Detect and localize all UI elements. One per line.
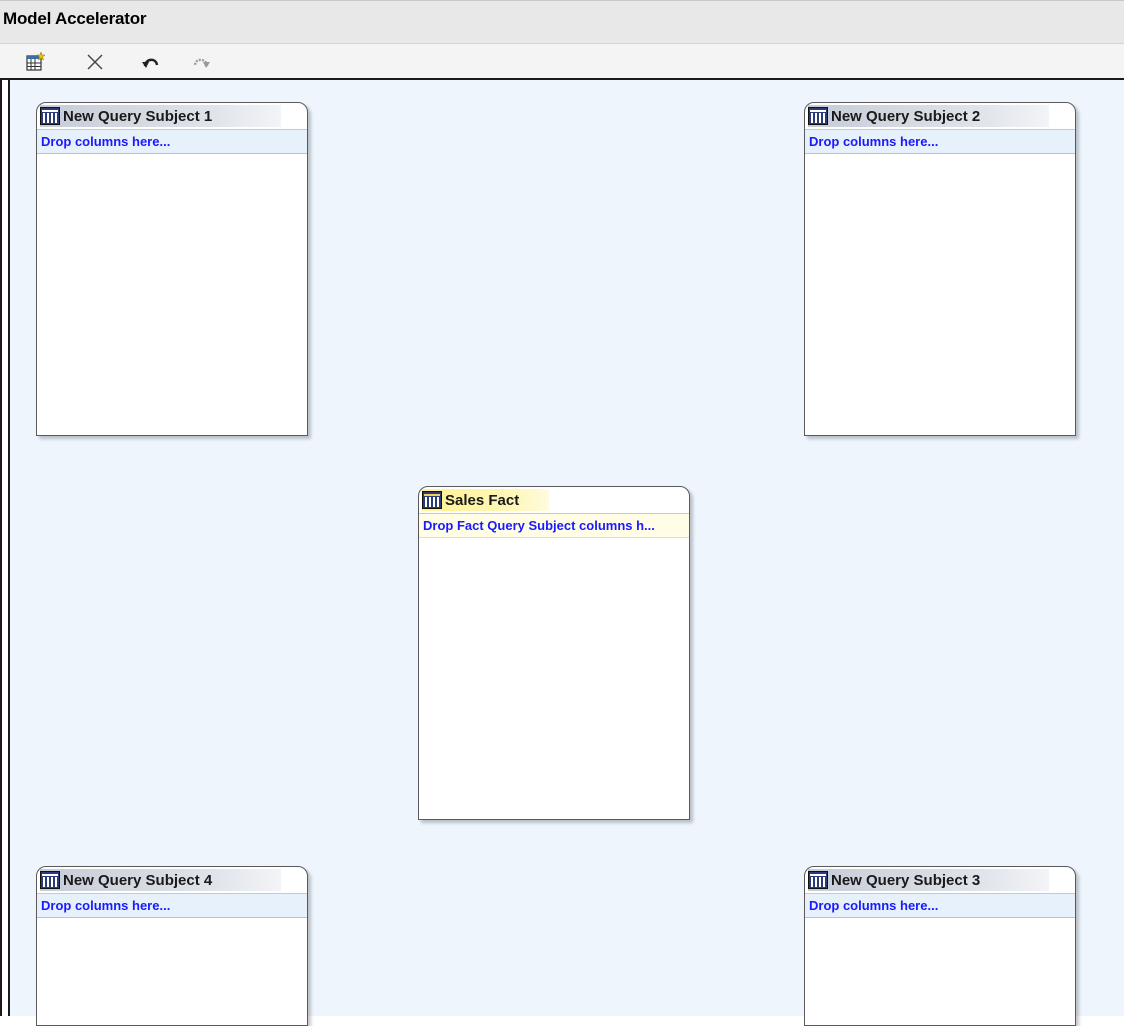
drop-columns-zone[interactable]: Drop columns here... — [805, 130, 1075, 154]
query-subject-icon — [40, 871, 60, 889]
window-title: Model Accelerator — [3, 9, 147, 28]
query-subject-4[interactable]: New Query Subject 4 Drop columns here... — [36, 866, 308, 1026]
query-subject-header[interactable]: Sales Fact — [419, 487, 689, 514]
undo-icon — [142, 58, 159, 68]
query-subject-header[interactable]: New Query Subject 1 — [37, 103, 307, 130]
query-subject-2[interactable]: New Query Subject 2 Drop columns here... — [804, 102, 1076, 436]
new-query-subject-button[interactable] — [22, 50, 48, 74]
new-query-subject-icon — [26, 51, 46, 71]
drop-fact-columns-zone[interactable]: Drop Fact Query Subject columns h... — [419, 514, 689, 538]
query-subject-icon — [40, 107, 60, 125]
query-subject-3[interactable]: New Query Subject 3 Drop columns here... — [804, 866, 1076, 1026]
sales-fact-query-subject[interactable]: Sales Fact Drop Fact Query Subject colum… — [418, 486, 690, 820]
query-subject-header[interactable]: New Query Subject 2 — [805, 103, 1075, 130]
title-bar: Model Accelerator — [0, 0, 1124, 44]
delete-button[interactable] — [82, 50, 108, 74]
drop-columns-zone[interactable]: Drop columns here... — [805, 894, 1075, 918]
query-subject-1[interactable]: New Query Subject 1 Drop columns here... — [36, 102, 308, 436]
query-subject-icon — [808, 871, 828, 889]
drop-columns-zone[interactable]: Drop columns here... — [37, 894, 307, 918]
delete-x-icon — [87, 54, 103, 70]
query-subject-title: New Query Subject 4 — [63, 871, 213, 889]
redo-icon — [193, 58, 210, 68]
redo-button[interactable] — [188, 50, 214, 74]
query-subject-title: Sales Fact — [445, 491, 520, 509]
fact-query-subject-icon — [422, 491, 442, 509]
drop-columns-zone[interactable]: Drop columns here... — [37, 130, 307, 154]
query-subject-icon — [808, 107, 828, 125]
frame-border — [0, 80, 2, 1016]
model-canvas[interactable]: New Query Subject 1 Drop columns here...… — [8, 80, 1124, 1026]
toolbar — [0, 44, 1124, 80]
query-subject-header[interactable]: New Query Subject 3 — [805, 867, 1075, 894]
query-subject-header[interactable]: New Query Subject 4 — [37, 867, 307, 894]
query-subject-title: New Query Subject 2 — [831, 107, 981, 125]
query-subject-title: New Query Subject 1 — [63, 107, 213, 125]
query-subject-title: New Query Subject 3 — [831, 871, 981, 889]
undo-button[interactable] — [138, 50, 164, 74]
